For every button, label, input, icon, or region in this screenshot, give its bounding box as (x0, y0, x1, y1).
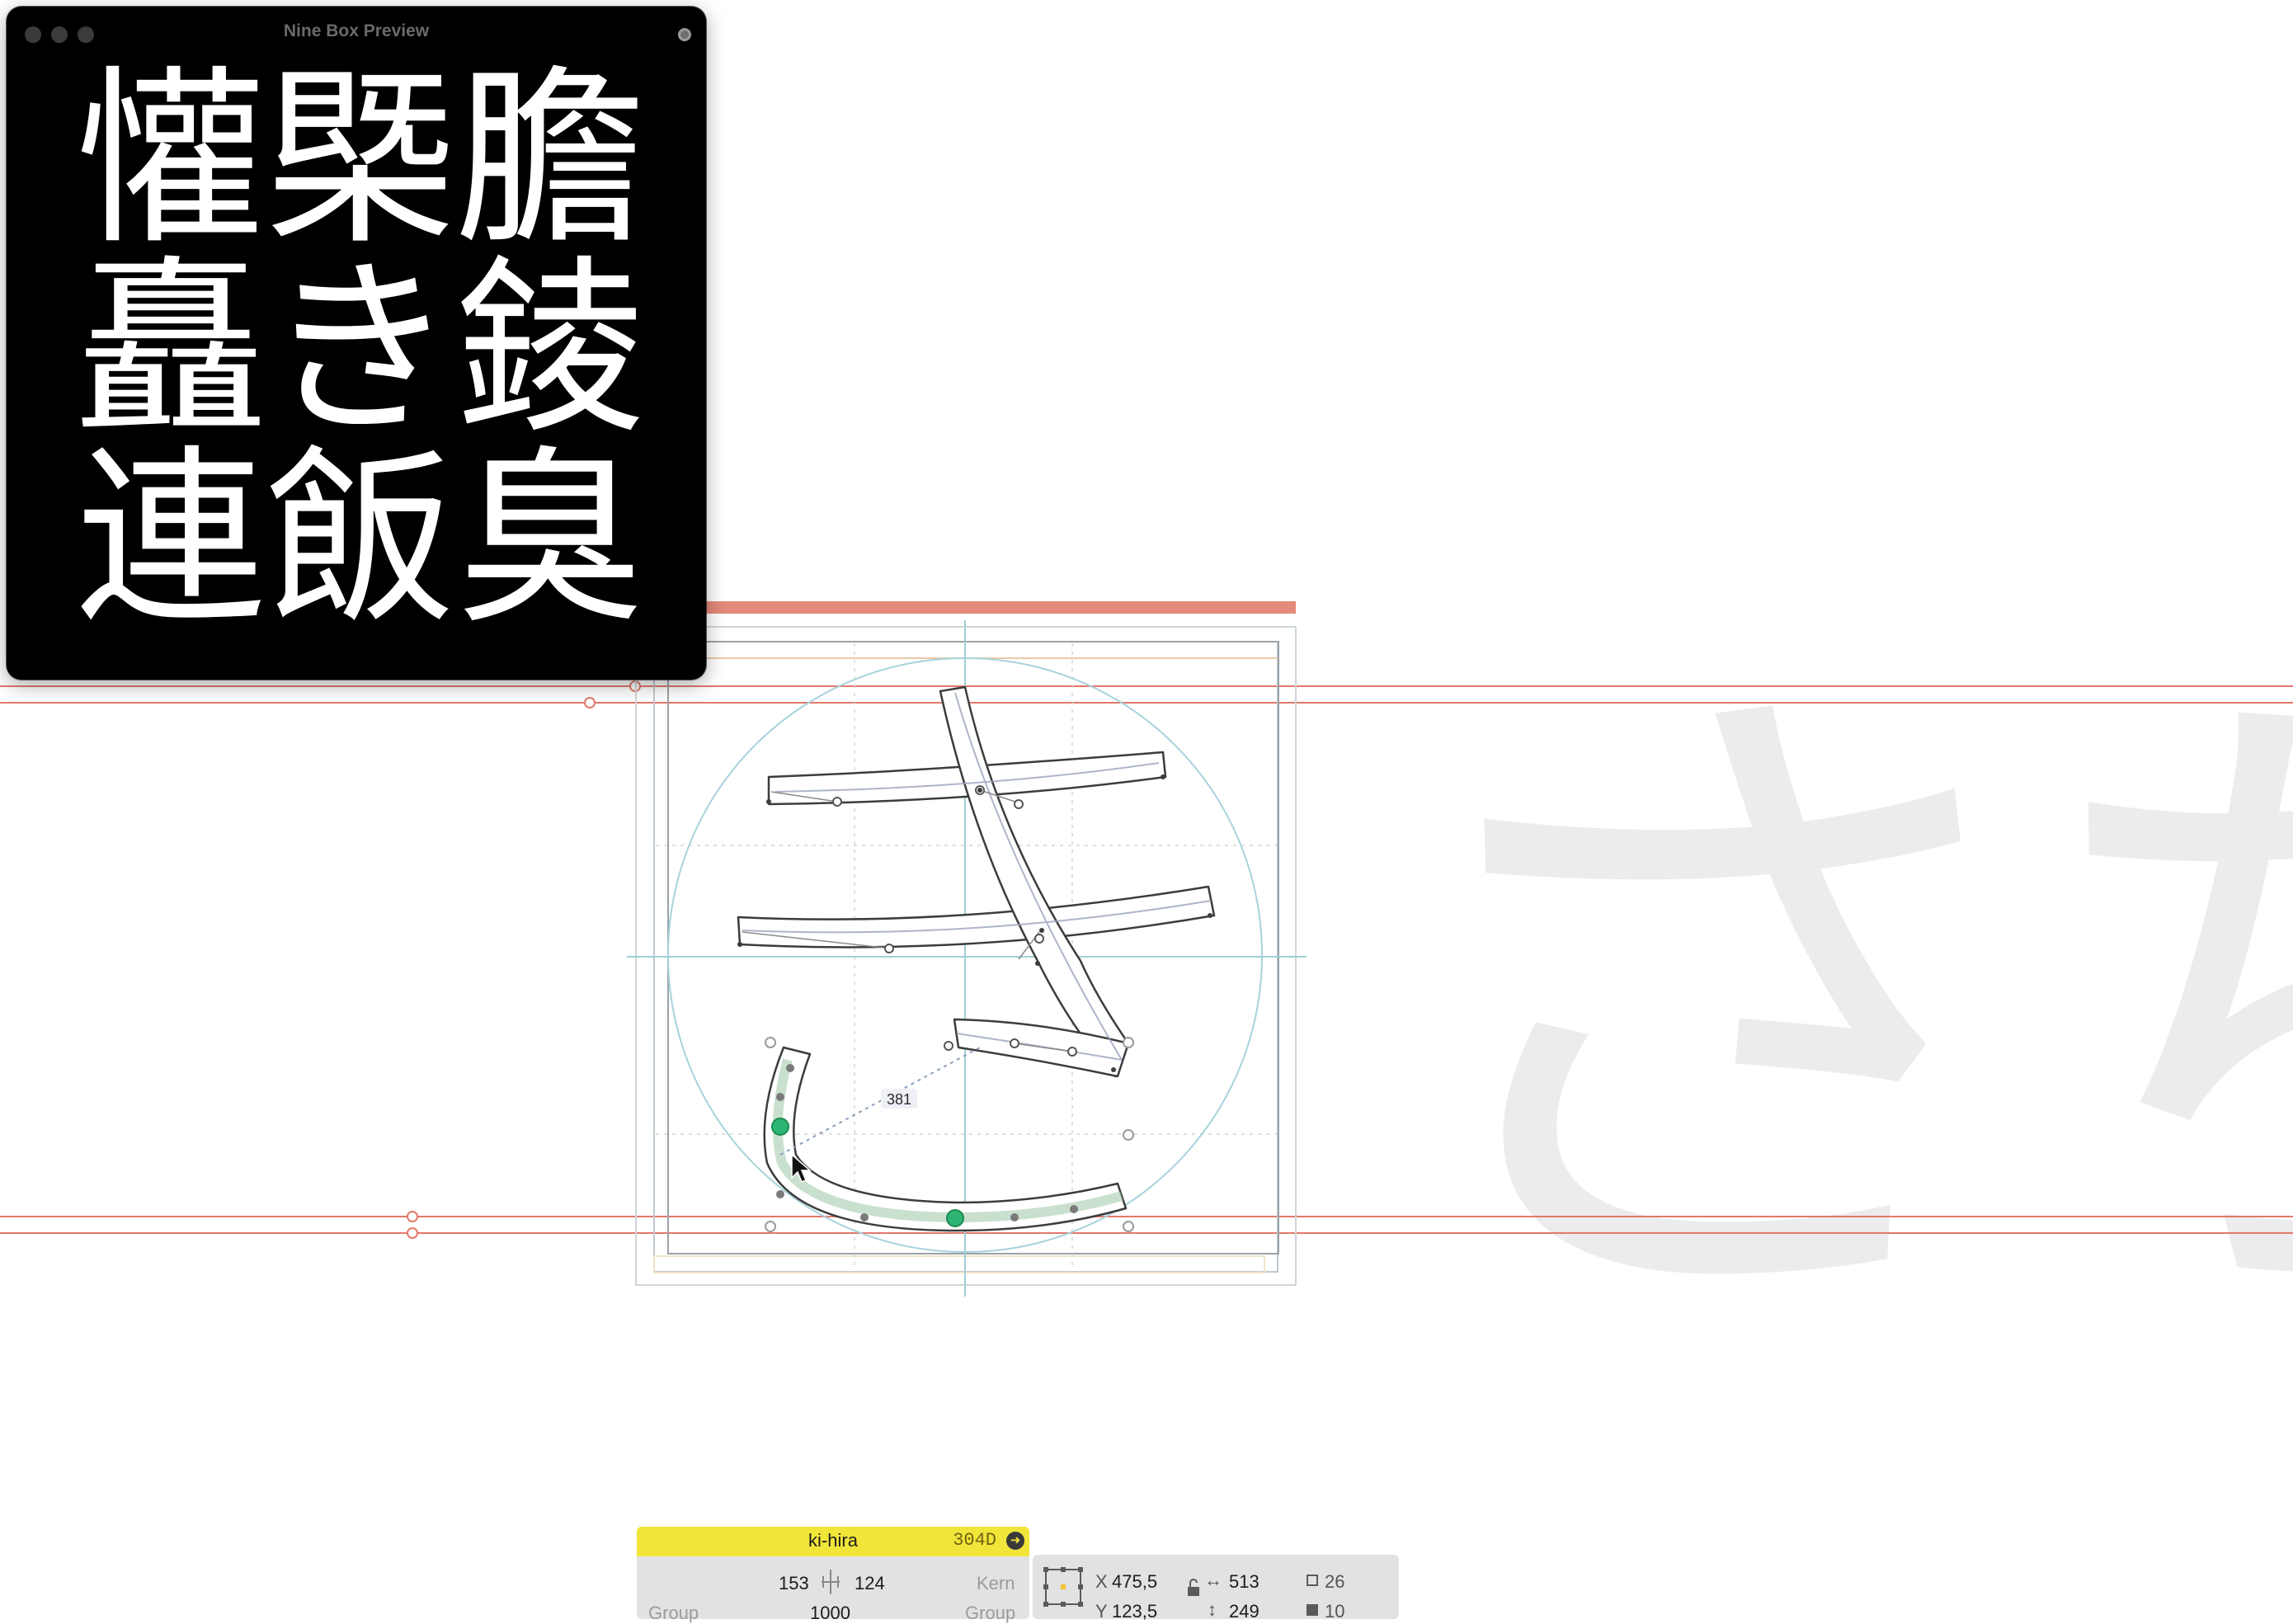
right-group-label[interactable]: Group (965, 1603, 1015, 1624)
measurement-line (779, 1047, 981, 1156)
arrow-right-circle-icon[interactable]: ➜ (1006, 1532, 1024, 1550)
left-group-label[interactable]: Group (648, 1603, 699, 1624)
glyph-unicode-field[interactable]: 304D (953, 1530, 996, 1551)
glyph-width-band (706, 601, 1296, 614)
selected-segments-count: 10 (1325, 1601, 1345, 1622)
metrics-panel: 153 124 Kern Group 1000 Group (637, 1556, 1029, 1623)
preview-options-button[interactable] (678, 28, 691, 41)
preview-titlebar[interactable]: Nine Box Preview (7, 7, 706, 48)
preview-glyph: 懽 (76, 50, 266, 271)
background-glyph-sa: さ (1377, 619, 2054, 1405)
kern-label: Kern (977, 1573, 1015, 1593)
preview-glyph: 矗 (76, 240, 266, 460)
measurement-label: 381 (887, 1091, 911, 1108)
sidebearing-link-icon[interactable] (817, 1568, 845, 1596)
x-label: X (1095, 1571, 1108, 1592)
glyph-name-bar[interactable]: ki-hira 304D ➜ (637, 1527, 1029, 1556)
preview-glyph: 膽 (455, 50, 646, 271)
right-sidebearing-field[interactable]: 124 (855, 1573, 885, 1594)
preview-glyph: 連 (76, 430, 266, 650)
y-label: Y (1095, 1601, 1108, 1622)
preview-glyph: 槩 (266, 50, 456, 271)
x-position-field[interactable]: 475,5 (1112, 1571, 1157, 1593)
metric-guide-handles[interactable] (407, 680, 641, 1239)
preview-title: Nine Box Preview (283, 21, 430, 40)
background-glyph-chi: ち (2013, 619, 2293, 1405)
transform-panel: X 475,5 Y 123,5 ↔ 513 ↕ 249 26 10 (1033, 1555, 1399, 1622)
width-arrow-icon: ↔ (1204, 1570, 1222, 1590)
preview-glyph: 錂 (455, 240, 646, 460)
selection-height-field[interactable]: 249 (1229, 1601, 1260, 1622)
preview-glyph: 飯 (266, 430, 456, 650)
selected-points-count: 26 (1325, 1571, 1345, 1592)
selected-node-secondary[interactable] (946, 1209, 964, 1227)
nine-box-preview-window[interactable]: Nine Box Preview 懽 槩 膽 矗 き 錂 連 飯 臭 (7, 7, 706, 680)
width-field[interactable]: 1000 (810, 1603, 850, 1624)
preview-glyph-grid: 懽 槩 膽 矗 き 錂 連 飯 臭 (76, 66, 645, 643)
reference-point-icon[interactable] (1041, 1565, 1085, 1609)
selection-width-field[interactable]: 513 (1229, 1571, 1260, 1593)
lock-icon[interactable] (1186, 1578, 1201, 1598)
left-sidebearing-field[interactable]: 153 (779, 1573, 809, 1594)
segments-icon (1307, 1604, 1318, 1616)
y-position-field[interactable]: 123,5 (1112, 1601, 1157, 1622)
selected-node-primary[interactable] (771, 1118, 789, 1136)
points-icon (1307, 1575, 1318, 1586)
preview-glyph-current: き (266, 240, 456, 460)
height-arrow-icon: ↕ (1208, 1599, 1217, 1620)
glyph-outline[interactable] (737, 685, 1216, 1232)
preview-glyph: 臭 (455, 430, 646, 650)
